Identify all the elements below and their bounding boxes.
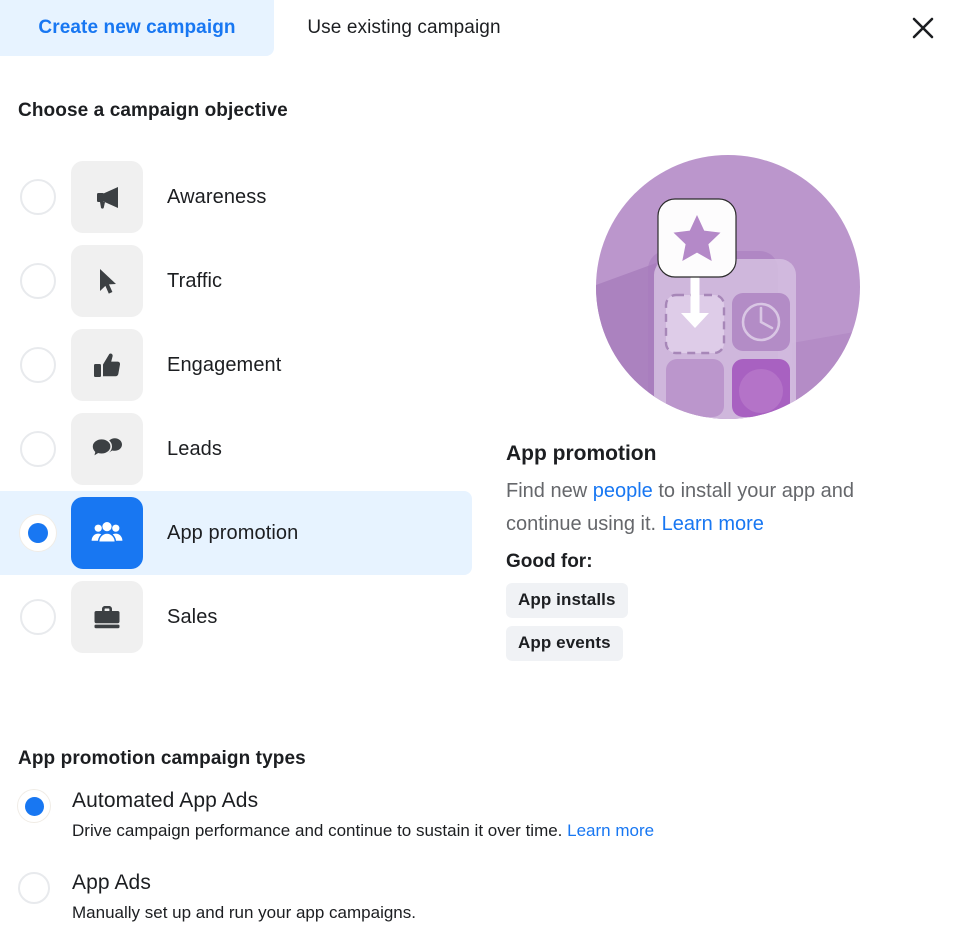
radio-sales[interactable] [20, 599, 56, 635]
tag-app-events: App events [506, 626, 623, 661]
objective-list: Awareness Traffic Engagement Leads App p… [0, 155, 472, 659]
objective-label-app-promotion: App promotion [167, 521, 299, 544]
campaign-type-name-app-ads: App Ads [72, 871, 151, 894]
app-promotion-illustration-svg [596, 155, 860, 419]
good-for-label: Good for: [506, 551, 593, 572]
objective-icon-tile-app-promotion [71, 497, 143, 569]
tab-use-existing-campaign-label: Use existing campaign [307, 17, 501, 38]
objective-row-sales[interactable]: Sales [0, 575, 472, 659]
tab-create-new-campaign-label: Create new campaign [38, 17, 236, 38]
detail-title: App promotion [506, 442, 657, 465]
campaign-type-desc-text: Manually set up and run your app campaig… [72, 903, 416, 922]
radio-app-promotion[interactable] [20, 515, 56, 551]
objective-row-engagement[interactable]: Engagement [0, 323, 472, 407]
tab-use-existing-campaign[interactable]: Use existing campaign [274, 0, 534, 56]
close-icon [912, 17, 934, 39]
app-promotion-illustration [596, 155, 860, 419]
chat-bubbles-icon [91, 437, 122, 459]
objective-label-sales: Sales [167, 605, 218, 628]
objective-row-traffic[interactable]: Traffic [0, 239, 472, 323]
radio-automated-app-ads[interactable] [18, 790, 50, 822]
learn-more-link-automated-app-ads[interactable]: Learn more [567, 821, 654, 840]
objective-label-awareness: Awareness [167, 185, 267, 208]
objective-label-leads: Leads [167, 437, 222, 460]
good-for-tags: App installs App events [506, 583, 936, 669]
people-link[interactable]: people [593, 480, 653, 502]
objective-icon-tile-engagement [71, 329, 143, 401]
campaign-type-desc-automated-app-ads: Drive campaign performance and continue … [72, 820, 654, 842]
radio-engagement[interactable] [20, 347, 56, 383]
detail-description: Find new people to install your app and … [506, 475, 906, 541]
objective-label-engagement: Engagement [167, 353, 282, 376]
radio-awareness[interactable] [20, 179, 56, 215]
thumbs-up-icon [94, 353, 121, 377]
detail-desc-part1: Find new [506, 480, 593, 502]
campaign-type-text: App Ads Manually set up and run your app… [72, 870, 416, 924]
tab-create-new-campaign[interactable]: Create new campaign [0, 0, 274, 56]
objective-label-traffic: Traffic [167, 269, 223, 292]
campaign-type-desc-text: Drive campaign performance and continue … [72, 821, 568, 840]
objective-icon-tile-leads [71, 413, 143, 485]
close-button[interactable] [904, 9, 942, 47]
tag-row: App events [506, 626, 936, 669]
campaign-type-name-automated-app-ads: Automated App Ads [72, 789, 259, 812]
objective-icon-tile-traffic [71, 245, 143, 317]
radio-traffic[interactable] [20, 263, 56, 299]
briefcase-icon [94, 606, 120, 629]
objective-row-leads[interactable]: Leads [0, 407, 472, 491]
megaphone-icon [97, 187, 118, 209]
campaign-type-text: Automated App Ads Drive campaign perform… [72, 788, 654, 842]
objective-row-awareness[interactable]: Awareness [0, 155, 472, 239]
radio-leads[interactable] [20, 431, 56, 467]
objective-detail-panel: App promotion Find new people to install… [506, 155, 936, 669]
radio-app-ads[interactable] [18, 872, 50, 904]
learn-more-link-detail[interactable]: Learn more [662, 513, 764, 535]
objective-section-title: Choose a campaign objective [18, 100, 288, 121]
objective-icon-tile-sales [71, 581, 143, 653]
campaign-types-title: App promotion campaign types [18, 748, 306, 769]
tab-bar: Create new campaign Use existing campaig… [0, 0, 960, 56]
people-icon [91, 522, 123, 543]
campaign-type-desc-app-ads: Manually set up and run your app campaig… [72, 902, 416, 924]
campaign-type-row-app-ads[interactable]: App Ads Manually set up and run your app… [18, 870, 818, 924]
tag-app-installs: App installs [506, 583, 628, 618]
objective-row-app-promotion[interactable]: App promotion [0, 491, 472, 575]
tag-row: App installs [506, 583, 936, 626]
objective-icon-tile-awareness [71, 161, 143, 233]
cursor-icon [100, 269, 116, 294]
campaign-type-row-automated-app-ads[interactable]: Automated App Ads Drive campaign perform… [18, 788, 818, 842]
campaign-types-list: Automated App Ads Drive campaign perform… [18, 788, 818, 952]
